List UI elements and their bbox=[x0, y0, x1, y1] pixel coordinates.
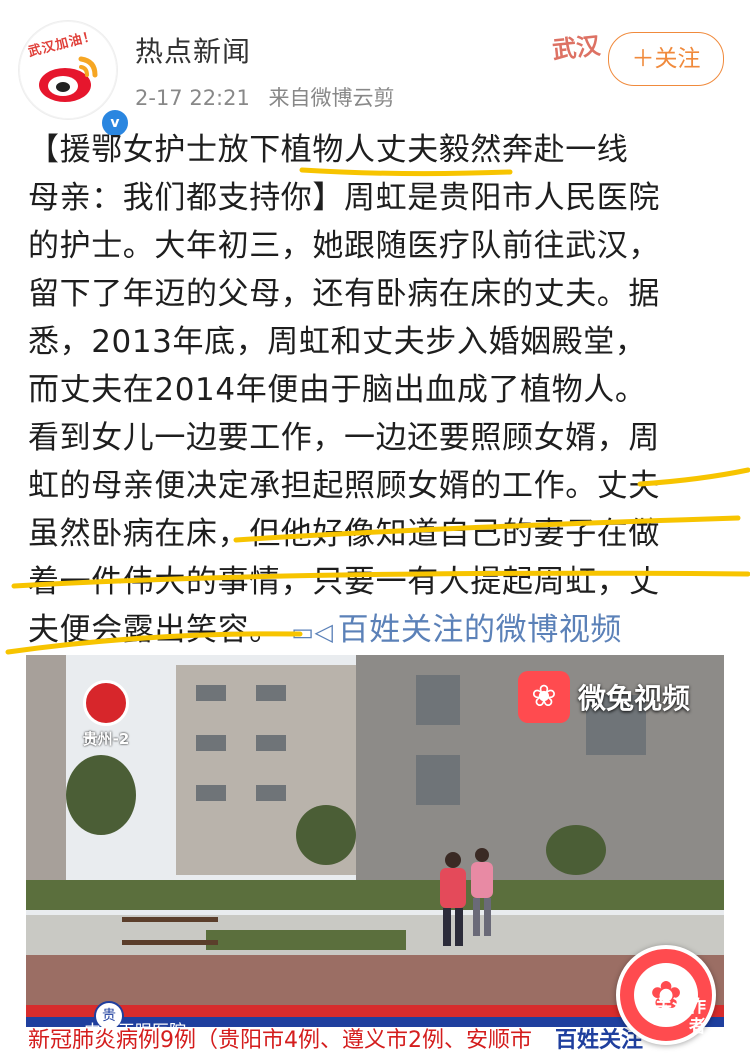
post-meta: 2-17 22:21 来自微博云剪 bbox=[135, 82, 407, 112]
decorative-text: 武汉 bbox=[550, 31, 602, 65]
video-link-label: 百姓关注的微博视频 bbox=[337, 612, 623, 648]
tree bbox=[546, 825, 606, 875]
rabbit-logo-icon: ❀ bbox=[518, 671, 570, 723]
video-brand-watermark: ❀ 微兔视频 bbox=[518, 670, 690, 724]
ticker-text: 新冠肺炎病例9例（贵阳市4例、遵义市2例、安顺市 百姓关注 bbox=[26, 1027, 724, 1055]
lawn bbox=[206, 930, 406, 950]
post-line: 着一件伟大的事情，只要一有人提起周虹，丈 bbox=[28, 564, 660, 600]
tree bbox=[296, 805, 356, 865]
account-avatar[interactable]: 武汉加油！ v bbox=[18, 20, 131, 139]
program-label: 百姓关注 bbox=[555, 1028, 644, 1053]
tv-channel-logo: 贵州-2 bbox=[71, 680, 141, 748]
account-name[interactable]: 热点新闻 bbox=[135, 30, 251, 70]
post-line: 母亲：我们都支持你】周虹是贵阳市人民医院 bbox=[28, 180, 660, 216]
video-link[interactable]: ▭◁ 百姓关注的微博视频 bbox=[291, 612, 622, 648]
weibo-logo-icon bbox=[39, 56, 98, 102]
follow-author-button[interactable]: ✿ 关注作者 bbox=[616, 945, 716, 1045]
post-line: 留下了年迈的父母，还有卧病在床的丈夫。据 bbox=[28, 276, 660, 312]
post-line: 看到女儿一边要工作，一边还要照顾女婿，周 bbox=[28, 420, 660, 456]
video-player[interactable]: 贵州-2 ❀ 微兔视频 贵 中国天眼医院 新冠肺炎病例9例（贵阳市4例、遵义市2… bbox=[26, 655, 724, 1055]
video-camera-icon: ▭◁ bbox=[291, 618, 334, 646]
channel-emblem-icon bbox=[83, 680, 129, 726]
post-source[interactable]: 来自微博云剪 bbox=[269, 86, 395, 110]
tree bbox=[66, 755, 136, 835]
post-line: 虽然卧病在床，但他好像知道自己的妻子在做 bbox=[28, 516, 660, 552]
post-timestamp: 2-17 22:21 bbox=[135, 86, 250, 110]
channel-label: 贵州-2 bbox=[82, 730, 130, 748]
building bbox=[26, 655, 66, 895]
bench bbox=[122, 917, 218, 945]
ticker-text-content: 新冠肺炎病例9例（贵阳市4例、遵义市2例、安顺市 bbox=[28, 1028, 532, 1053]
post-line: 【援鄂女护士放下植物人丈夫毅然奔赴一线 bbox=[28, 132, 629, 168]
post-line: 夫便会露出笑容。 bbox=[28, 612, 281, 648]
post-line: 而丈夫在2014年便由于脑出血成了植物人。 bbox=[28, 372, 647, 408]
walker-figure bbox=[471, 848, 493, 936]
post-line: 悉，2013年底，周虹和丈夫步入婚姻殿堂， bbox=[28, 324, 647, 360]
follow-author-label: 关注作者 bbox=[655, 997, 706, 1037]
brand-label: 微兔视频 bbox=[578, 682, 691, 715]
post-line: 虹的母亲便决定承担起照顾女婿的工作。丈夫 bbox=[28, 468, 660, 504]
post-text: 【援鄂女护士放下植物人丈夫毅然奔赴一线 母亲：我们都支持你】周虹是贵阳市人民医院… bbox=[28, 126, 734, 654]
lawn bbox=[26, 880, 724, 910]
post-last-line: 夫便会露出笑容。 ▭◁ 百姓关注的微博视频 bbox=[28, 606, 734, 654]
follow-button[interactable]: ＋关注 bbox=[608, 32, 724, 86]
post-line: 的护士。大年初三，她跟随医疗队前往武汉， bbox=[28, 228, 660, 264]
